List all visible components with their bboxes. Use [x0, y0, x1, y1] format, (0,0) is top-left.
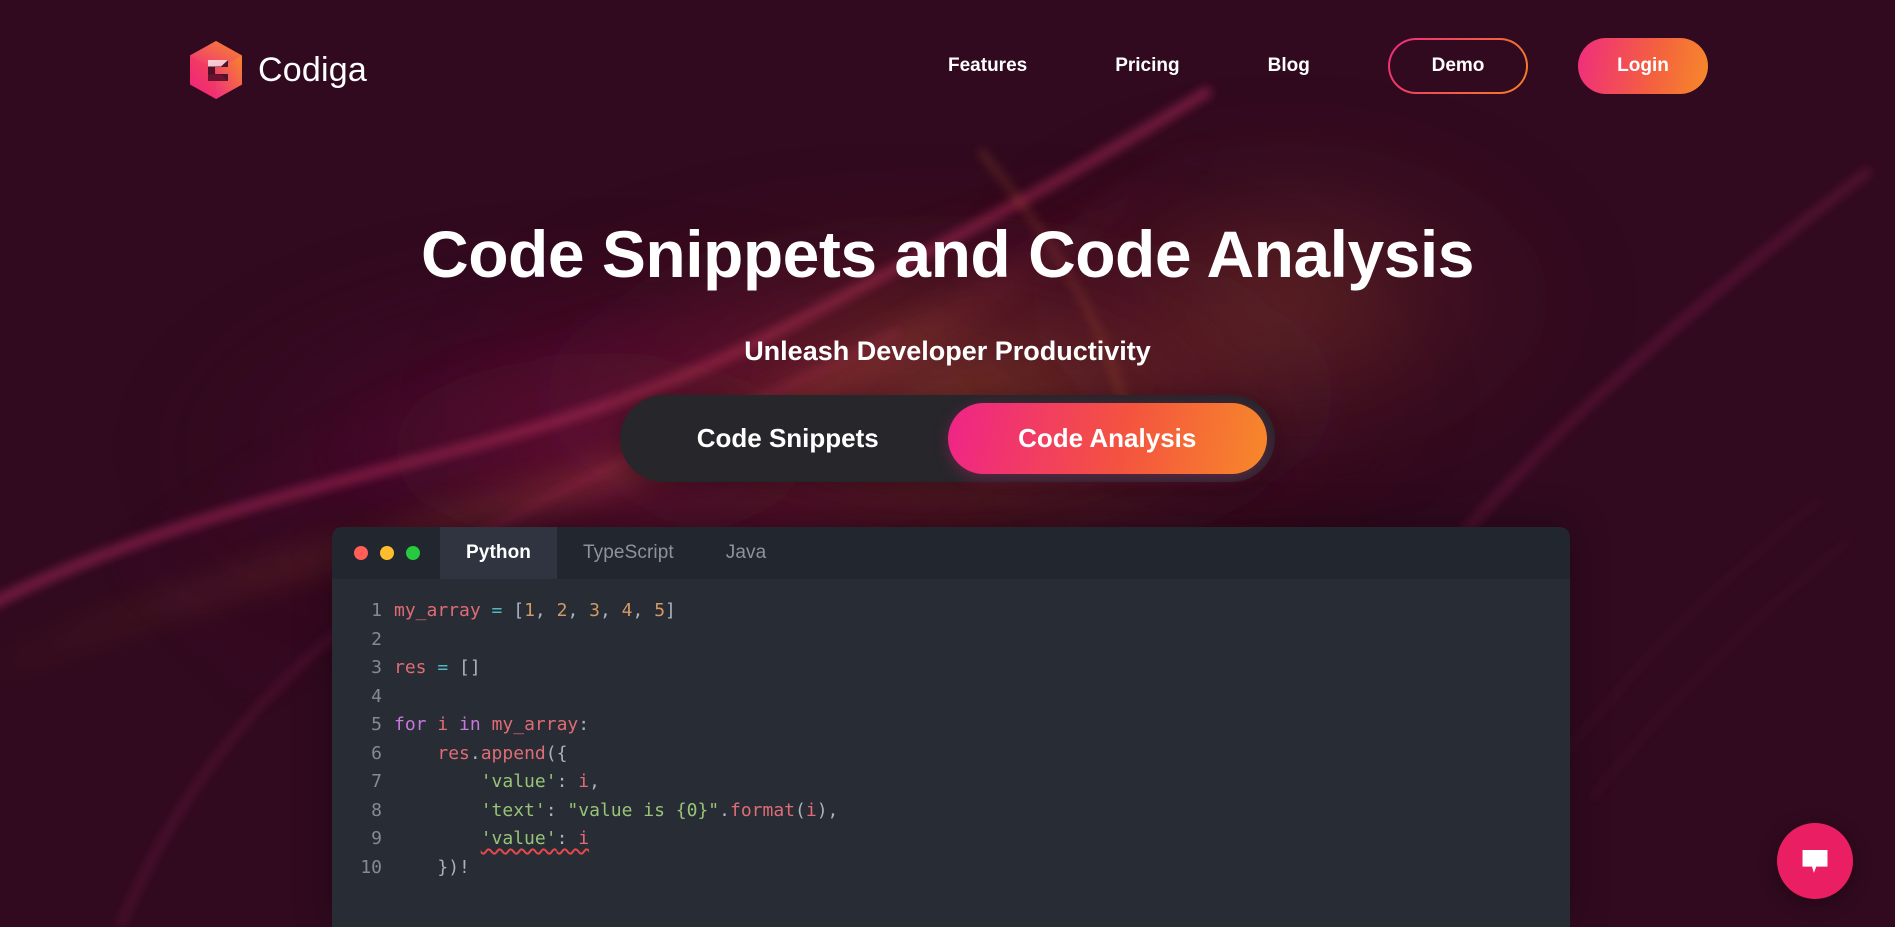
minimize-dot-icon[interactable]: [380, 546, 394, 560]
line-number: 5: [371, 714, 382, 735]
nav-link-pricing[interactable]: Pricing: [1115, 55, 1179, 77]
page-subtitle: Unleash Developer Productivity: [744, 336, 1151, 366]
editor-tabs: Python TypeScript Java: [440, 527, 792, 579]
error-squiggle: 'value': i: [480, 828, 590, 849]
brand-name: Codiga: [258, 51, 367, 89]
close-dot-icon[interactable]: [354, 546, 368, 560]
editor-title-bar: Python TypeScript Java: [332, 527, 1570, 579]
line-content: for i in my_array:: [394, 714, 590, 735]
window-controls: [332, 527, 440, 579]
page-title: Code Snippets and Code Analysis: [421, 217, 1474, 291]
line-content: })!: [437, 856, 470, 878]
line-number: 6: [371, 742, 382, 764]
code-line: 6 res.append({: [332, 740, 1570, 769]
tab-python[interactable]: Python: [440, 527, 557, 579]
line-number: 3: [371, 657, 382, 678]
line-number: 4: [371, 685, 382, 707]
demo-button[interactable]: Demo: [1388, 38, 1528, 94]
line-number: 9: [371, 828, 382, 849]
code-line: 1 my_array = [1, 2, 3, 4, 5]: [332, 597, 1570, 626]
site-header: Codiga Features Pricing Blog Demo Login: [0, 0, 1895, 140]
line-content: res.append({: [437, 742, 568, 764]
line-content: res = []: [394, 657, 481, 678]
nav-link-blog[interactable]: Blog: [1268, 55, 1310, 77]
line-number: 2: [371, 628, 382, 650]
maximize-dot-icon[interactable]: [406, 546, 420, 560]
tab-typescript[interactable]: TypeScript: [557, 527, 700, 579]
code-line: 3 res = []: [332, 654, 1570, 683]
line-content: 'value': i: [394, 825, 1570, 854]
code-line: 10 })!: [332, 854, 1570, 883]
line-content: my_array = [1, 2, 3, 4, 5]: [394, 600, 676, 621]
chat-bubble-icon: [1798, 844, 1832, 878]
code-line: 7 'value': i,: [332, 768, 1570, 797]
line-content: 'value': i,: [480, 771, 600, 792]
tab-java[interactable]: Java: [700, 527, 793, 579]
brand-logo[interactable]: Codiga: [188, 40, 367, 100]
codiga-cube-logo-icon: [188, 40, 244, 100]
code-line: 5 for i in my_array:: [332, 711, 1570, 740]
login-button[interactable]: Login: [1578, 38, 1708, 94]
main-navigation: Features Pricing Blog: [948, 55, 1310, 77]
product-toggle: Code Snippets Code Analysis: [620, 395, 1275, 482]
code-line: 4: [332, 683, 1570, 712]
chat-widget-button[interactable]: [1777, 823, 1853, 899]
nav-link-features[interactable]: Features: [948, 55, 1027, 77]
line-number: 1: [371, 600, 382, 621]
line-number: 7: [371, 771, 382, 792]
toggle-option-code-analysis[interactable]: Code Analysis: [947, 403, 1267, 474]
line-number: 8: [371, 799, 382, 821]
code-area[interactable]: 1 my_array = [1, 2, 3, 4, 5] 2 3 res = […: [332, 579, 1570, 927]
code-line: 2: [332, 626, 1570, 655]
codiga-landing-page: Codiga Features Pricing Blog Demo Login …: [0, 0, 1895, 927]
toggle-option-code-snippets[interactable]: Code Snippets: [628, 403, 948, 474]
line-content: 'text': "value is {0}".format(i),: [480, 799, 839, 821]
code-editor-window: Python TypeScript Java 1 my_array = [1, …: [332, 527, 1570, 927]
line-number: 10: [360, 856, 382, 878]
code-line-error: 9 'value': i: [332, 825, 1570, 854]
code-line: 8 'text': "value is {0}".format(i),: [332, 797, 1570, 826]
